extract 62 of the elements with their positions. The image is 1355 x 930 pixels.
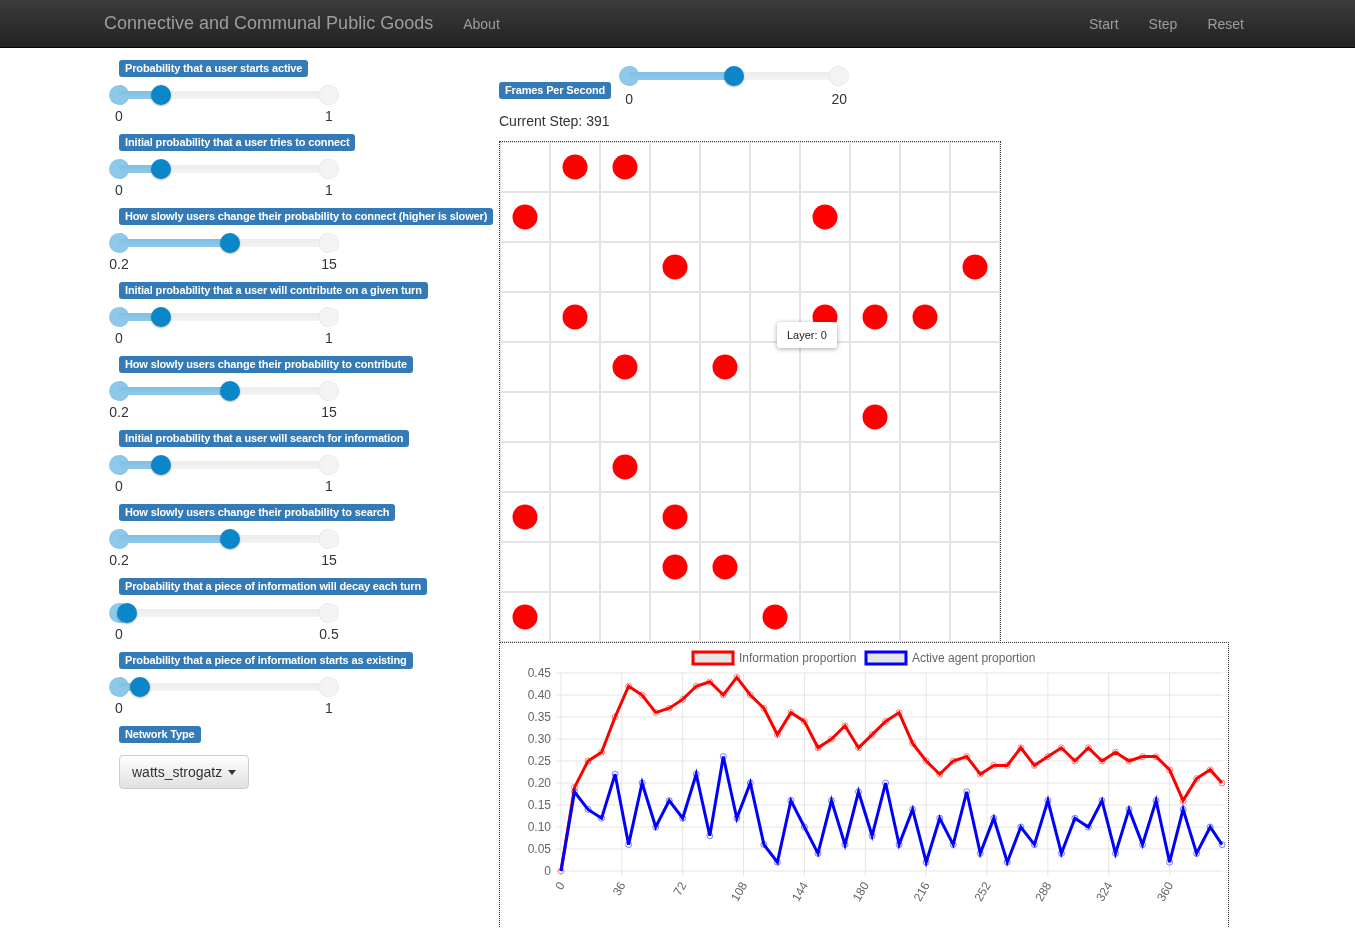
x-tick-label: 108 [728,879,751,904]
y-tick-label: 0.35 [527,710,551,724]
y-tick-label: 0.40 [527,688,551,702]
x-tick-label: 288 [1032,879,1055,904]
x-tick-label: 144 [788,879,812,904]
x-tick-label: 252 [971,879,994,904]
min-value: 0 [115,626,123,642]
min-value: 0 [625,91,634,107]
max-value: 1 [325,478,333,494]
x-tick-label: 360 [1154,879,1177,904]
x-tick-label: 0 [552,879,568,893]
nav-link[interactable]: About [463,15,500,32]
y-tick-label: 0.30 [527,732,551,746]
app-title[interactable]: Connective and Communal Public Goods [104,13,434,34]
legend-label: Active agent proportion [912,651,1036,665]
x-tick-label: 36 [609,879,629,899]
y-tick-label: 0.25 [527,754,551,768]
nav-link[interactable]: Reset [1207,15,1244,32]
max-value: 0.5 [319,626,339,642]
min-value: 0.2 [109,404,129,420]
max-value: 15 [321,552,337,568]
max-value: 1 [325,700,333,716]
min-value: 0 [115,700,123,716]
parameter-label: How slowly users change their probability to contribute [119,356,414,373]
min-value: 0 [115,182,123,198]
parameter-label: Probability that a piece of information starts as existing [119,652,413,669]
network-type-dropdown[interactable]: watts_strogatz [119,755,250,789]
x-tick-label: 180 [849,879,872,904]
y-tick-label: 0.10 [527,820,551,834]
parameter-label: Probability that a user starts active [119,60,309,77]
y-tick-label: 0.05 [527,842,551,856]
max-value: 1 [325,108,333,124]
x-tick-label: 216 [910,879,933,904]
current-step: Current Step: 391 [499,113,610,129]
parameter-label: Initial probability that a user tries to connect [119,134,356,151]
max-value: 15 [321,404,337,420]
y-tick-label: 0.20 [527,776,551,790]
x-tick-label: 72 [670,879,690,899]
max-value: 1 [325,330,333,346]
parameter-label: Initial probability that a user will search for information [119,430,410,447]
nav-link[interactable]: Start [1089,15,1119,32]
y-tick-label: 0.15 [527,798,551,812]
min-value: 0.2 [109,256,129,272]
min-value: 0 [115,330,123,346]
y-tick-label: 0.45 [527,666,551,680]
x-tick-label: 324 [1093,879,1116,904]
min-value: 0.2 [109,552,129,568]
min-value: 0 [115,478,123,494]
max-value: 15 [321,256,337,272]
parameter-label: How slowly users change their probability to connect (higher is slower) [119,208,494,225]
max-value: 20 [831,91,847,107]
legend-label: Information proportion [739,651,857,665]
parameter-label: Network Type [119,726,201,743]
parameter-label: Probability that a piece of information will decay each turn [119,578,427,595]
tooltip: Layer: 0 [777,322,837,348]
max-value: 1 [325,182,333,198]
parameter-label: Initial probability that a user will contribute on a given turn [119,282,428,299]
y-tick-label: 0 [544,864,551,878]
nav-link[interactable]: Step [1148,15,1178,32]
parameter-label: Frames Per Second [499,82,612,99]
min-value: 0 [115,108,123,124]
parameter-label: How slowly users change their probability to search [119,504,396,521]
